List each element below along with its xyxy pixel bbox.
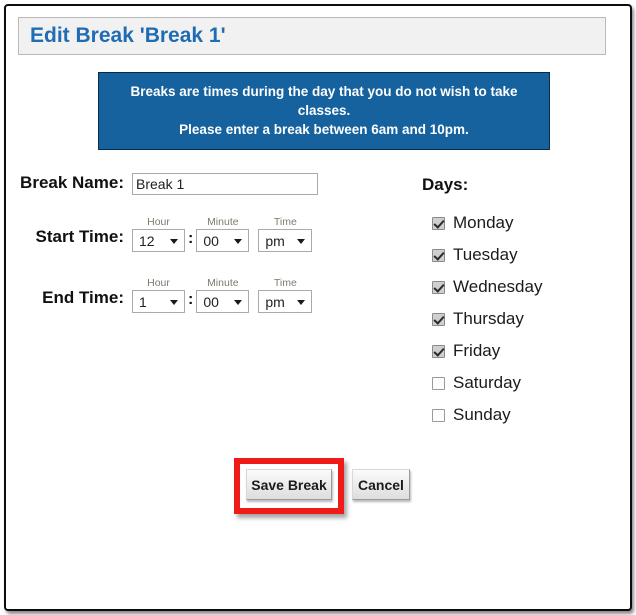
day-row[interactable]: Saturday bbox=[432, 367, 622, 399]
days-heading: Days: bbox=[422, 175, 469, 194]
day-label: Thursday bbox=[453, 309, 524, 328]
day-row[interactable]: Tuesday bbox=[432, 239, 622, 271]
end-ampm-value: pm bbox=[265, 293, 285, 310]
start-hour-select[interactable]: 12 bbox=[132, 229, 185, 252]
break-name-input[interactable] bbox=[132, 173, 318, 195]
end-minute-select[interactable]: 00 bbox=[196, 290, 250, 313]
page-title: Edit Break 'Break 1' bbox=[30, 24, 226, 47]
chevron-down-icon bbox=[234, 299, 243, 305]
end-ampm-caption: Time bbox=[273, 277, 297, 289]
info-banner: Breaks are times during the day that you… bbox=[98, 72, 550, 150]
start-ampm-cell: Time pm bbox=[258, 216, 313, 252]
title-bar: Edit Break 'Break 1' bbox=[18, 17, 606, 55]
break-name-row: Break Name: bbox=[6, 173, 386, 195]
start-ampm-select[interactable]: pm bbox=[258, 229, 313, 252]
end-time-row: End Time: Hour 1 : Minute 00 Time pm bbox=[6, 277, 313, 313]
day-checkbox-wednesday[interactable] bbox=[432, 280, 445, 294]
day-checkbox-tuesday[interactable] bbox=[432, 248, 445, 262]
dialog-window: Edit Break 'Break 1' Breaks are times du… bbox=[4, 4, 632, 611]
day-row[interactable]: Monday bbox=[432, 207, 622, 239]
start-minute-select[interactable]: 00 bbox=[196, 229, 250, 252]
days-checkbox-list: Monday Tuesday Wednesday Thursday Friday Satu… bbox=[422, 207, 622, 431]
end-time-separator: : bbox=[188, 291, 194, 308]
end-hour-value: 1 bbox=[139, 293, 147, 310]
start-hour-value: 12 bbox=[139, 232, 155, 249]
start-time-controls: Hour 12 : Minute 00 Time pm bbox=[132, 216, 313, 252]
end-hour-caption: Hour bbox=[147, 277, 170, 289]
chevron-down-icon bbox=[297, 238, 306, 244]
day-checkbox-thursday[interactable] bbox=[432, 312, 445, 326]
day-label: Sunday bbox=[453, 405, 511, 424]
end-minute-caption: Minute bbox=[207, 277, 239, 289]
day-row[interactable]: Thursday bbox=[432, 303, 622, 335]
start-time-separator: : bbox=[188, 230, 194, 247]
day-checkbox-sunday[interactable] bbox=[432, 408, 445, 422]
end-time-label: End Time: bbox=[42, 288, 124, 307]
day-row[interactable]: Sunday bbox=[432, 399, 622, 431]
end-hour-cell: Hour 1 bbox=[132, 277, 185, 313]
chevron-down-icon bbox=[170, 299, 178, 305]
day-row[interactable]: Wednesday bbox=[432, 271, 622, 303]
chevron-down-icon bbox=[234, 238, 243, 244]
day-label: Monday bbox=[453, 213, 514, 232]
day-row[interactable]: Friday bbox=[432, 335, 622, 367]
end-time-controls: Hour 1 : Minute 00 Time pm bbox=[132, 277, 313, 313]
end-minute-cell: Minute 00 bbox=[196, 277, 250, 313]
day-label: Friday bbox=[453, 341, 501, 360]
button-bar: Save Break Cancel bbox=[6, 458, 630, 528]
day-checkbox-friday[interactable] bbox=[432, 344, 445, 358]
start-time-row: Start Time: Hour 12 : Minute 00 Time pm bbox=[6, 216, 313, 252]
start-minute-value: 00 bbox=[203, 232, 219, 249]
day-checkbox-monday[interactable] bbox=[432, 216, 445, 230]
day-label: Saturday bbox=[453, 373, 522, 392]
end-ampm-cell: Time pm bbox=[258, 277, 313, 313]
start-ampm-caption: Time bbox=[273, 216, 297, 228]
info-banner-line-2: Please enter a break between 6am and 10p… bbox=[179, 122, 469, 137]
start-ampm-value: pm bbox=[265, 232, 285, 249]
break-name-label: Break Name: bbox=[20, 173, 124, 192]
end-minute-value: 00 bbox=[203, 293, 219, 310]
day-label: Tuesday bbox=[453, 245, 518, 264]
day-label: Wednesday bbox=[453, 277, 543, 296]
info-banner-line-1: Breaks are times during the day that you… bbox=[130, 84, 518, 118]
start-hour-cell: Hour 12 bbox=[132, 216, 185, 252]
end-ampm-select[interactable]: pm bbox=[258, 290, 313, 313]
days-column: Days: Monday Tuesday Wednesday Thursday Frid… bbox=[422, 161, 622, 431]
start-minute-cell: Minute 00 bbox=[196, 216, 250, 252]
cancel-button[interactable]: Cancel bbox=[352, 469, 410, 500]
break-form: Break Name: Start Time: Hour 12 : Min bbox=[6, 161, 630, 451]
save-break-button[interactable]: Save Break bbox=[246, 469, 332, 500]
start-time-label: Start Time: bbox=[35, 227, 125, 246]
chevron-down-icon bbox=[170, 238, 178, 244]
end-hour-select[interactable]: 1 bbox=[132, 290, 185, 313]
start-hour-caption: Hour bbox=[147, 216, 170, 228]
start-minute-caption: Minute bbox=[207, 216, 239, 228]
chevron-down-icon bbox=[297, 299, 306, 305]
day-checkbox-saturday[interactable] bbox=[432, 376, 445, 390]
